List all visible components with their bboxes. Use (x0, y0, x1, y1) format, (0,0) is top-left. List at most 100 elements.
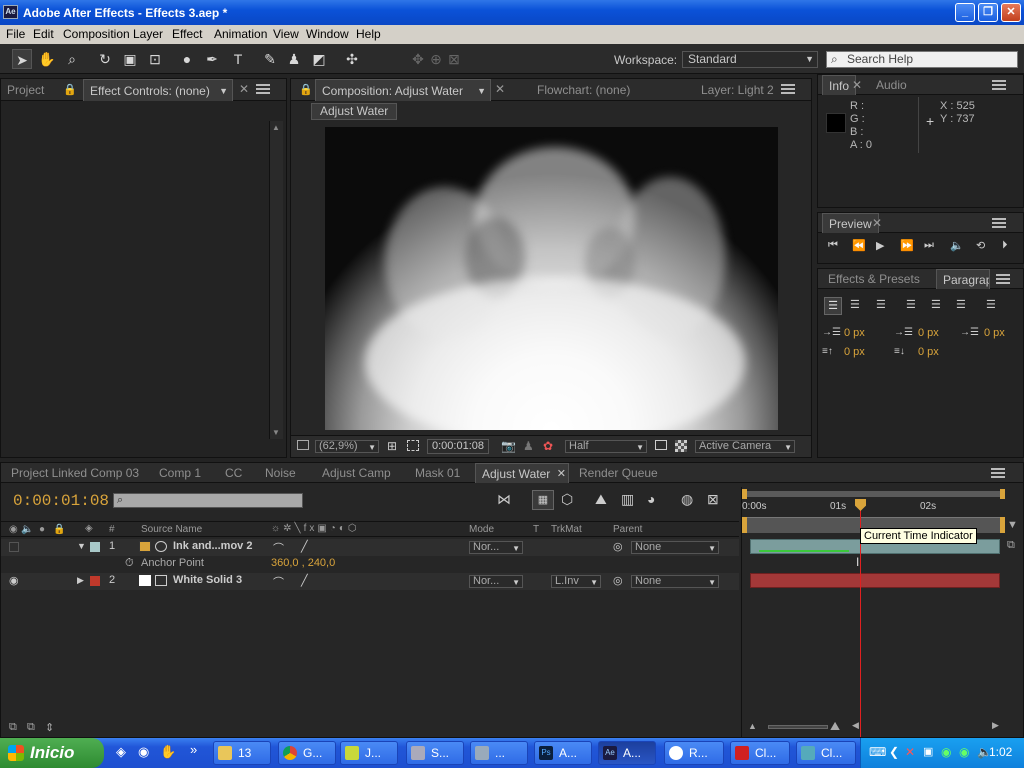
show-snapshot-icon[interactable]: ♟ (523, 439, 534, 453)
property-row[interactable]: ⏱ Anchor Point 360,0 , 240,0 (1, 556, 739, 573)
mask-visibility-icon[interactable] (407, 440, 419, 451)
hide-shy-layers-icon[interactable]: ⛰ (595, 491, 607, 508)
pan-behind-tool-icon[interactable]: ⊡ (145, 49, 165, 69)
scroll-up-icon[interactable]: ▲ (272, 123, 280, 132)
restore-button[interactable]: ❐ (978, 3, 998, 22)
taskbar-button-cl-2[interactable]: Cl... (796, 741, 856, 765)
last-frame-icon[interactable]: ⏭ (924, 239, 934, 252)
collapse-triangle-icon[interactable]: ▶ (77, 575, 84, 586)
tab-flowchart[interactable]: Flowchart: (none) (531, 79, 636, 101)
work-area-bar[interactable] (746, 491, 1002, 497)
close-tab-icon[interactable]: ✕ (495, 82, 505, 96)
tray-app-icon[interactable]: ▣ (923, 745, 933, 758)
link-icon[interactable]: ⧉ (1007, 539, 1015, 552)
time-graph[interactable]: 0:00s 01s 02s Current Time Indicator I ▲… (741, 487, 1005, 737)
pen-tool-icon[interactable]: ✒ (202, 49, 222, 69)
taskbar-button-cl-1[interactable]: Cl... (730, 741, 790, 765)
taskbar-button-photoshop[interactable]: Ps A... (534, 741, 592, 765)
composition-canvas[interactable] (325, 127, 778, 430)
tab-adjust-camp[interactable]: Adjust Camp (316, 463, 397, 483)
tab-mask-01[interactable]: Mask 01 (409, 463, 466, 483)
quicklaunch-icon[interactable]: ✋ (160, 744, 176, 760)
menu-edit[interactable]: Edit (33, 27, 54, 41)
previous-frame-icon[interactable]: ⏪ (852, 239, 866, 252)
menu-animation[interactable]: Animation (214, 27, 267, 41)
frame-blending-icon[interactable]: ▥ (621, 491, 634, 508)
layer-search-input[interactable]: ⌕ (113, 493, 303, 508)
tab-effect-controls[interactable]: Effect Controls: (none) ▼ (83, 79, 233, 101)
channel-icon[interactable]: ✿ (543, 439, 553, 453)
tab-audio[interactable]: Audio (870, 75, 913, 95)
ellipse-tool-icon[interactable]: ● (177, 49, 197, 69)
brush-tool-icon[interactable]: ✎ (260, 49, 280, 69)
expand-triangle-icon[interactable]: ▼ (77, 541, 86, 551)
graph-editor-icon[interactable]: ⊠ (707, 491, 719, 508)
work-area-start-handle[interactable] (742, 517, 747, 533)
close-tab-icon[interactable]: ✕ (872, 216, 882, 230)
space-before-value[interactable]: 0 px (844, 346, 865, 358)
clone-stamp-tool-icon[interactable]: ♟ (284, 49, 304, 69)
comp-breadcrumb[interactable]: Adjust Water (311, 103, 398, 120)
align-left-icon[interactable]: ☰ (824, 297, 842, 315)
quicklaunch-icon[interactable]: ◉ (138, 744, 149, 760)
layer-name[interactable]: White Solid 3 (173, 574, 242, 586)
eye-icon[interactable]: ◉ (9, 574, 19, 587)
space-after-value[interactable]: 0 px (918, 346, 939, 358)
tab-project[interactable]: Project (1, 79, 50, 101)
tab-project-linked-comp-03[interactable]: Project Linked Comp 03 (5, 463, 145, 483)
camera-tool-icon[interactable]: ▣ (120, 49, 140, 69)
layer-row[interactable]: ◉ ▶ 2 White Solid 3 ⌒ ╱ Nor... L.Inv ◎ N… (1, 573, 739, 590)
taskbar-button-folder[interactable]: 13 (213, 741, 271, 765)
indent-first-line-value[interactable]: 0 px (918, 327, 939, 339)
expand-transfer-icon[interactable]: ⧉ (27, 721, 35, 734)
next-frame-icon[interactable]: ⏩ (900, 239, 914, 252)
lock-icon[interactable]: 🔒 (299, 83, 313, 96)
quality-switch-icon[interactable]: ╱ (301, 540, 308, 553)
puppet-pin-tool-icon[interactable]: ✣ (342, 49, 362, 69)
resolution-dropdown[interactable]: Half (565, 440, 647, 453)
align-right-icon[interactable]: ☰ (876, 298, 886, 311)
compact-comp-mini-flowchart-icon[interactable]: ⋈ (497, 491, 511, 508)
current-time-display[interactable]: 0:00:01:08 (13, 492, 109, 510)
property-value[interactable]: 360,0 , 240,0 (271, 557, 335, 569)
minimize-button[interactable]: _ (955, 3, 975, 22)
scroll-down-icon[interactable]: ▼ (272, 428, 280, 437)
parent-dropdown[interactable]: None (631, 575, 719, 588)
close-tab-icon[interactable]: ✕ (557, 464, 566, 484)
stopwatch-icon[interactable]: ⏱ (125, 557, 134, 570)
tab-paragraph[interactable]: Paragrap (936, 269, 990, 289)
rotation-tool-icon[interactable]: ↻ (95, 49, 115, 69)
pickwhip-icon[interactable]: ◎ (613, 574, 623, 587)
tab-comp-1[interactable]: Comp 1 (153, 463, 207, 483)
indent-right-value[interactable]: 0 px (984, 327, 1005, 339)
time-ruler[interactable]: 0:00s 01s 02s (742, 499, 1006, 517)
tray-expand-icon[interactable]: ❮ (889, 745, 899, 759)
quality-switch-icon[interactable]: ╱ (301, 574, 308, 587)
taskbar-button-r[interactable]: R... (664, 741, 724, 765)
parent-dropdown[interactable]: None (631, 541, 719, 554)
zoom-tool-icon[interactable]: ⌕ (62, 49, 82, 69)
work-area-end-handle[interactable] (1000, 489, 1005, 499)
tab-adjust-water[interactable]: Adjust Water ✕ (475, 463, 569, 483)
menu-layer[interactable]: Layer (133, 27, 163, 41)
play-icon[interactable]: ▶ (876, 239, 884, 252)
tray-app-icon[interactable]: ◉ (941, 745, 951, 759)
panel-menu-icon[interactable] (992, 80, 1006, 90)
live-update-icon[interactable]: ▦ (532, 490, 554, 510)
world-axis-icon[interactable]: ⊕ (426, 49, 446, 69)
pickwhip-icon[interactable]: ◎ (613, 540, 623, 553)
panel-menu-icon[interactable] (991, 468, 1005, 478)
tray-app-icon[interactable]: ✕ (905, 745, 915, 759)
camera-view-dropdown[interactable]: Active Camera (695, 440, 795, 453)
label-color-swatch[interactable] (90, 576, 100, 586)
in-out-stretch-icon[interactable]: ⇕ (45, 721, 54, 734)
selection-tool-icon[interactable]: ➤ (12, 49, 32, 69)
workspace-dropdown[interactable]: Standard ▼ (682, 51, 818, 68)
tab-info[interactable]: Info (822, 75, 857, 95)
title-safe-icon[interactable]: ⊞ (387, 439, 397, 453)
tab-render-queue[interactable]: Render Queue (573, 463, 664, 483)
start-button[interactable]: Inicio (0, 738, 104, 768)
view-axis-icon[interactable]: ⊠ (444, 49, 464, 69)
layer-duration-bar[interactable] (750, 573, 1000, 588)
draft-3d-icon[interactable]: ⬡ (561, 491, 573, 508)
